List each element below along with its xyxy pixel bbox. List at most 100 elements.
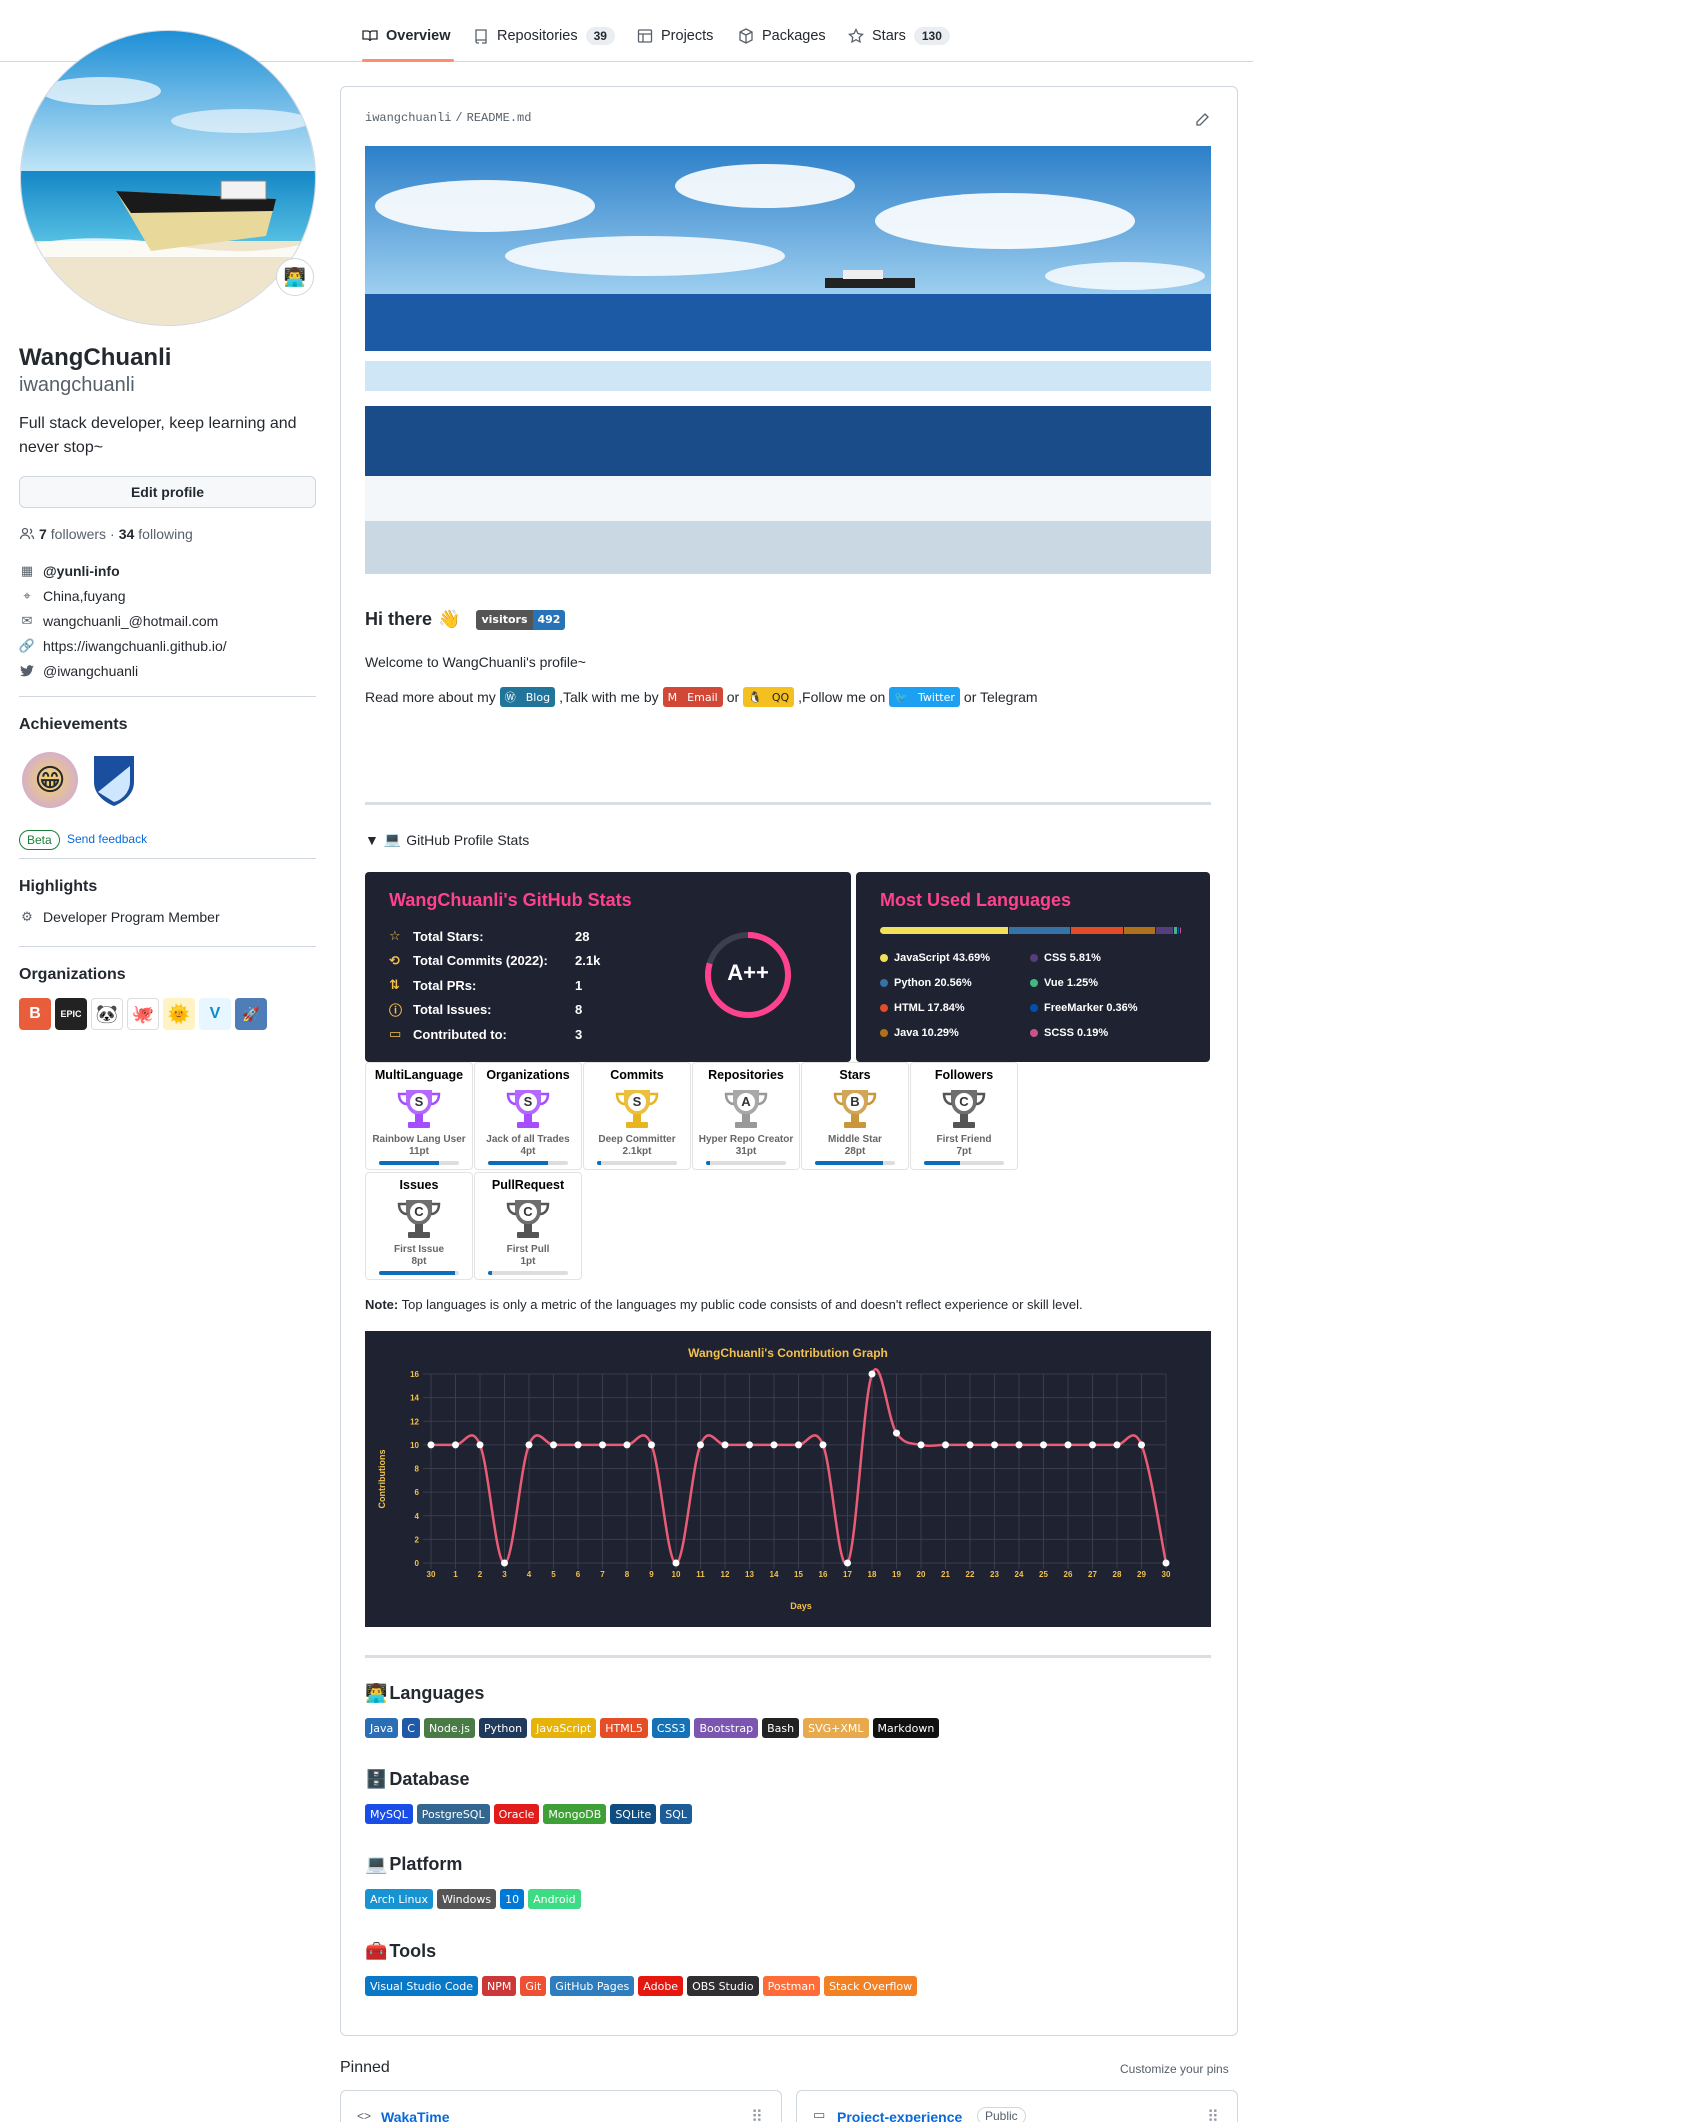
trophy-cup-icon: C	[394, 1194, 444, 1244]
skill-badge[interactable]: SVG+XML	[803, 1718, 869, 1738]
follow-counts: 7 followers · 34 following	[19, 526, 193, 542]
section-heading: 💻 Platform	[365, 1854, 462, 1875]
skill-badge[interactable]: Python	[478, 1718, 528, 1738]
skill-badge[interactable]: CSS3	[651, 1718, 691, 1738]
following-label[interactable]: following	[138, 526, 192, 542]
org-avatar[interactable]: EPIC	[55, 998, 87, 1030]
section-icon: 💻	[365, 1854, 388, 1874]
customize-pins-link[interactable]: Customize your pins	[1120, 2062, 1229, 2076]
org-link[interactable]: @yunli-info	[43, 563, 120, 579]
skill-badge[interactable]: Markdown	[872, 1718, 940, 1738]
pinned-repo-name[interactable]: Project-experience	[837, 2109, 962, 2122]
skill-badge-label: 10	[505, 1892, 520, 1906]
trophy-card[interactable]: Issues C First Issue 8pt	[365, 1172, 473, 1280]
language-item: JavaScript 43.69%	[880, 952, 990, 964]
trophy-card[interactable]: Commits S Deep Committer 2.1kpt	[583, 1062, 691, 1170]
skill-badge[interactable]: Arch Linux	[365, 1889, 433, 1909]
skill-badge[interactable]: Postman	[762, 1976, 821, 1996]
trophy-card[interactable]: MultiLanguage S Rainbow Lang User 11pt	[365, 1062, 473, 1170]
stat-row: ⇅ Total PRs: 1	[389, 973, 649, 998]
achievement-arctic-badge[interactable]	[90, 752, 138, 808]
skill-badge[interactable]: Stack Overflow	[824, 1976, 918, 1996]
skill-badge[interactable]: 10	[500, 1889, 525, 1909]
grabber-icon[interactable]: ⠿	[1207, 2107, 1219, 2122]
org-avatar[interactable]: 🌞	[163, 998, 195, 1030]
skill-badge[interactable]: PostgreSQL	[416, 1804, 490, 1824]
follow-on-text: ,Follow me on	[798, 689, 886, 705]
org-avatar[interactable]: 🐼	[91, 998, 123, 1030]
following-count[interactable]: 34	[119, 526, 135, 542]
skill-badge[interactable]: Android	[528, 1889, 581, 1909]
followers-label[interactable]: followers	[51, 526, 106, 542]
skill-badge[interactable]: SQLite	[610, 1804, 657, 1824]
trophy-card[interactable]: Repositories A Hyper Repo Creator 31pt	[692, 1062, 800, 1170]
twitter-badge[interactable]: 🐦 Twitter	[889, 687, 960, 707]
skill-badge[interactable]: Windows	[436, 1889, 497, 1909]
pinned-repo-name[interactable]: WakaTime	[381, 2109, 449, 2122]
skill-badge[interactable]: NPM	[482, 1976, 517, 1996]
stat-icon: ▭	[389, 1026, 402, 1042]
language-dot	[880, 954, 888, 962]
website-link[interactable]: https://iwangchuanli.github.io/	[43, 638, 227, 654]
skill-badge[interactable]: MySQL	[365, 1804, 413, 1824]
edit-profile-button[interactable]: Edit profile	[19, 476, 316, 508]
skill-badge[interactable]: OBS Studio	[687, 1976, 759, 1996]
org-avatar[interactable]: 🚀	[235, 998, 267, 1030]
skill-badge[interactable]: MongoDB	[543, 1804, 607, 1824]
skill-badge[interactable]: Adobe	[638, 1976, 684, 1996]
skill-badge[interactable]: JavaScript	[531, 1718, 597, 1738]
blog-badge[interactable]: Ⓦ Blog	[499, 687, 556, 707]
readme-owner[interactable]: iwangchuanli	[365, 111, 451, 125]
tab-repositories[interactable]: Repositories 39	[473, 24, 615, 48]
tab-label: Repositories	[497, 28, 578, 44]
skill-badge[interactable]: SQL	[660, 1804, 693, 1824]
tab-stars[interactable]: Stars 130	[848, 24, 950, 48]
qq-badge[interactable]: 🐧 QQ	[743, 687, 795, 707]
twitter-handle[interactable]: @iwangchuanli	[43, 663, 138, 679]
x-tick-label: 9	[649, 1570, 654, 1579]
email-link[interactable]: wangchuanli_@hotmail.com	[43, 613, 218, 629]
skill-badge[interactable]: Bootstrap	[694, 1718, 759, 1738]
email-badge[interactable]: M Email	[662, 687, 723, 707]
followers-count[interactable]: 7	[39, 526, 47, 542]
pinned-card-wakatime[interactable]: <> WakaTime ⠿	[340, 2090, 782, 2122]
org-avatar[interactable]: 🐙	[127, 998, 159, 1030]
vcard-website: 🔗 https://iwangchuanli.github.io/	[19, 638, 227, 654]
skill-badge[interactable]: Visual Studio Code	[365, 1976, 479, 1996]
status-emoji[interactable]: 👨‍💻	[276, 258, 314, 296]
stats-details-toggle[interactable]: ▼ 💻 GitHub Profile Stats	[365, 831, 529, 848]
book-icon	[362, 30, 378, 42]
grabber-icon[interactable]: ⠿	[751, 2107, 763, 2122]
skill-badge[interactable]: Git	[520, 1976, 547, 1996]
repo-icon: ▭	[813, 2107, 826, 2122]
trophy-title: PullRequest	[491, 1178, 565, 1192]
data-point	[991, 1441, 998, 1449]
skill-badge[interactable]: Java	[365, 1718, 399, 1738]
skill-badge[interactable]: GitHub Pages	[550, 1976, 635, 1996]
skill-badge[interactable]: Oracle	[493, 1804, 540, 1824]
skill-badge[interactable]: Node.js	[423, 1718, 475, 1738]
skill-badge[interactable]: Bash	[762, 1718, 800, 1738]
pinned-card-project-experience[interactable]: ▭ Project-experience Public ⠿	[796, 2090, 1238, 2122]
stat-value: 2.1k	[575, 953, 601, 969]
skill-badge[interactable]: C	[402, 1718, 420, 1738]
tab-projects[interactable]: Projects	[637, 24, 713, 48]
trophy-progress-fill	[924, 1161, 960, 1165]
tab-packages[interactable]: Packages	[738, 24, 826, 48]
trophy-card[interactable]: Followers C First Friend 7pt	[910, 1062, 1018, 1170]
trophy-card[interactable]: Organizations S Jack of all Trades 4pt	[474, 1062, 582, 1170]
avatar[interactable]	[20, 30, 316, 326]
org-avatar[interactable]: V	[199, 998, 231, 1030]
achievement-yolo-badge[interactable]: 😁	[22, 752, 78, 808]
skill-badge[interactable]: HTML5	[600, 1718, 648, 1738]
org-avatar[interactable]: B	[19, 998, 51, 1030]
data-point	[697, 1441, 704, 1449]
language-bar-segment	[1124, 927, 1155, 934]
skill-badge-label: MySQL	[370, 1807, 408, 1821]
trophy-card[interactable]: PullRequest C First Pull 1pt	[474, 1172, 582, 1280]
tab-overview[interactable]: Overview	[362, 24, 451, 48]
send-feedback-link[interactable]: Send feedback	[67, 832, 147, 846]
trophy-card[interactable]: Stars B Middle Star 28pt	[801, 1062, 909, 1170]
pencil-icon[interactable]	[1194, 112, 1210, 128]
readme-file[interactable]: README.md	[467, 111, 532, 125]
